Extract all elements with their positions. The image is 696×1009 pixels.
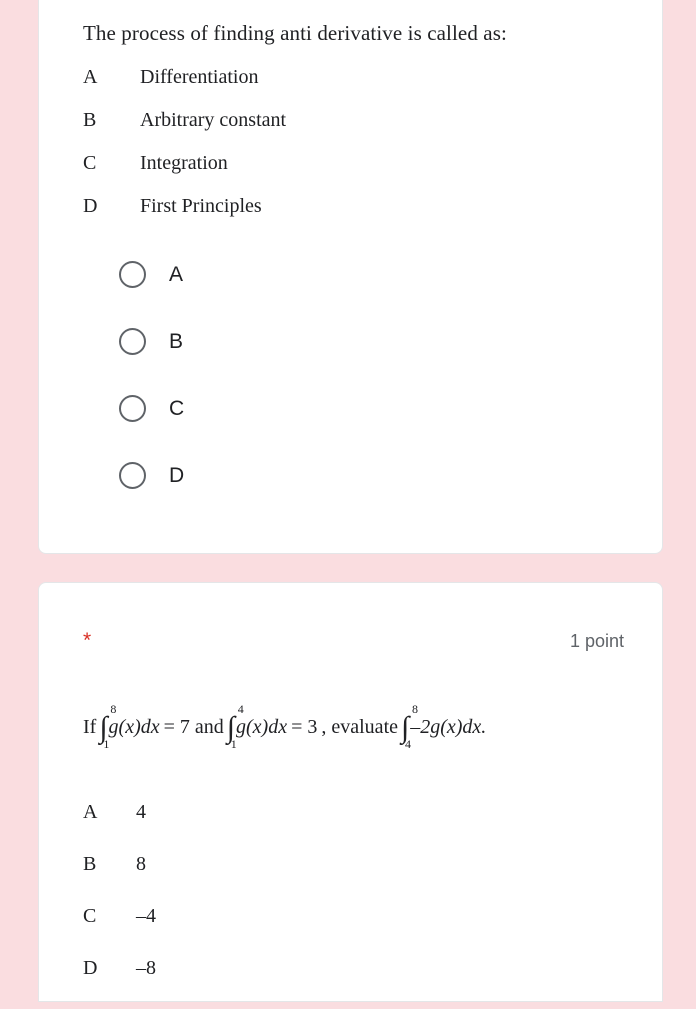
option-text: 8	[136, 853, 146, 875]
option-letter: B	[83, 853, 97, 875]
radio-button-icon[interactable]	[119, 261, 146, 288]
integral-2: ∫ 4 1	[227, 702, 244, 751]
integral-upper-limit: 4	[237, 702, 244, 716]
integral-upper-limit: 8	[412, 702, 418, 716]
integral-1: ∫ 8 1	[99, 702, 116, 751]
radio-option-a[interactable]: A	[79, 241, 184, 308]
question-2-option-list: A 4 B 8 C –4 D –8	[83, 801, 483, 1009]
integral-2-body: g(x)dx	[236, 716, 288, 739]
option-letter: A	[83, 801, 98, 823]
option-line: A 4	[83, 801, 483, 853]
radio-option-b[interactable]: B	[79, 308, 184, 375]
option-line: B Arbitrary constant	[83, 109, 623, 152]
math-prefix: If	[83, 716, 97, 739]
option-line: A Differentiation	[83, 66, 623, 109]
integral-3-body: –2g(x)dx.	[410, 716, 487, 739]
question-1-radio-group[interactable]: A B C D	[79, 241, 184, 509]
integral-2-value: = 3	[291, 716, 318, 739]
math-conjunction: and	[194, 716, 224, 739]
question-card-1: The process of finding anti derivative i…	[38, 0, 663, 554]
radio-label: A	[169, 262, 184, 286]
integral-1-body: g(x)dx	[108, 716, 160, 739]
question-2-header: * 1 point	[83, 629, 624, 655]
option-line: D First Principles	[83, 195, 623, 238]
integral-lower-limit: 1	[230, 737, 237, 751]
option-line: C Integration	[83, 152, 623, 195]
required-asterisk-icon: *	[83, 629, 92, 652]
question-2-stem: If ∫ 8 1 g(x)dx = 7 and ∫ 4 1 g(x)dx = 3, evaluate…	[83, 702, 487, 751]
radio-option-c[interactable]: C	[79, 375, 184, 442]
option-text: Arbitrary constant	[140, 109, 287, 131]
option-letter: C	[83, 905, 97, 927]
option-line: B 8	[83, 853, 483, 905]
option-letter: B	[83, 109, 97, 131]
option-letter: D	[83, 195, 98, 217]
option-text: –4	[136, 905, 156, 927]
radio-button-icon[interactable]	[119, 328, 146, 355]
radio-label: D	[169, 463, 185, 487]
radio-label: C	[169, 396, 185, 420]
option-text: Integration	[140, 152, 228, 174]
radio-label: B	[169, 329, 184, 353]
integral-lower-limit: 4	[405, 737, 411, 751]
option-text: –8	[136, 957, 156, 979]
integral-upper-limit: 8	[110, 702, 117, 716]
radio-option-d[interactable]: D	[79, 442, 184, 509]
math-comma: ,	[321, 716, 327, 739]
question-card-2: * 1 point If ∫ 8 1 g(x)dx = 7 and ∫ 4 1 g(x)dx = 3…	[38, 582, 663, 1002]
option-text: First Principles	[140, 195, 262, 217]
radio-button-icon[interactable]	[119, 462, 146, 489]
option-letter: C	[83, 152, 97, 174]
radio-button-icon[interactable]	[119, 395, 146, 422]
question-1-option-text-list: A Differentiation B Arbitrary constant C…	[83, 66, 623, 238]
option-line: C –4	[83, 905, 483, 957]
math-verb: evaluate	[331, 716, 398, 739]
integral-3: ∫ 8 4	[401, 702, 418, 751]
integral-1-value: = 7	[163, 716, 190, 739]
option-letter: A	[83, 66, 98, 88]
option-text: 4	[136, 801, 146, 823]
question-1-stem: The process of finding anti derivative i…	[83, 21, 507, 45]
option-letter: D	[83, 957, 98, 979]
points-label: 1 point	[569, 631, 624, 651]
quiz-page: The process of finding anti derivative i…	[0, 0, 696, 1002]
option-line: D –8	[83, 957, 483, 1009]
option-text: Differentiation	[140, 66, 259, 88]
integral-lower-limit: 1	[103, 737, 110, 751]
